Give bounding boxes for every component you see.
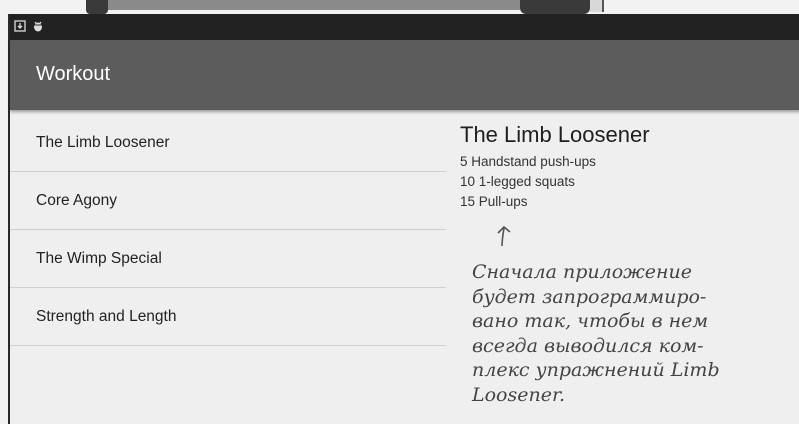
workout-list-item[interactable]: Core Agony [10,172,446,230]
bezel-right-edge [520,0,590,14]
app-bar: Workout [10,40,799,110]
app-title: Workout [36,63,111,85]
device-screen: Workout The Limb Loosener Core Agony The… [8,14,799,424]
bezel-mid-edge [108,0,520,10]
annotation-arrow-icon [497,225,511,247]
annotation-line: всегда выводился ком- [472,334,704,357]
exercise-item: 5 Handstand push-ups [460,154,596,169]
workout-list-item-label: The Limb Loosener [36,133,170,151]
workout-list-item-label: Strength and Length [36,307,177,325]
status-bar [10,14,799,40]
workout-list-item[interactable]: The Wimp Special [10,230,446,288]
annotation-line: вано так, чтобы в нем [472,310,709,332]
download-icon [14,20,26,32]
workout-list-item-label: Core Agony [36,191,117,209]
handwritten-annotation: Сначала приложение будет запрограммиро-ва… [472,260,720,407]
annotation-line: будет запрограммиро- [472,285,707,308]
bezel-left-edge [86,0,108,14]
annotation-line: Loosener. [472,383,566,406]
annotation-line: Сначала приложение [472,261,693,283]
workout-list-item-label: The Wimp Special [36,249,162,267]
workout-detail: The Limb Loosener 5 Handstand push-ups 1… [460,122,650,212]
bezel-corner [590,0,604,12]
annotation-line: плекс упражнений Limb [472,359,720,381]
exercise-item: 10 1-legged squats [460,174,575,189]
android-debug-icon [34,21,42,32]
workout-list-item[interactable]: The Limb Loosener [10,114,446,172]
exercise-item: 15 Pull-ups [460,194,528,209]
workout-detail-title: The Limb Loosener [460,122,650,147]
workout-list: The Limb Loosener Core Agony The Wimp Sp… [10,114,446,346]
workout-list-item[interactable]: Strength and Length [10,288,446,346]
